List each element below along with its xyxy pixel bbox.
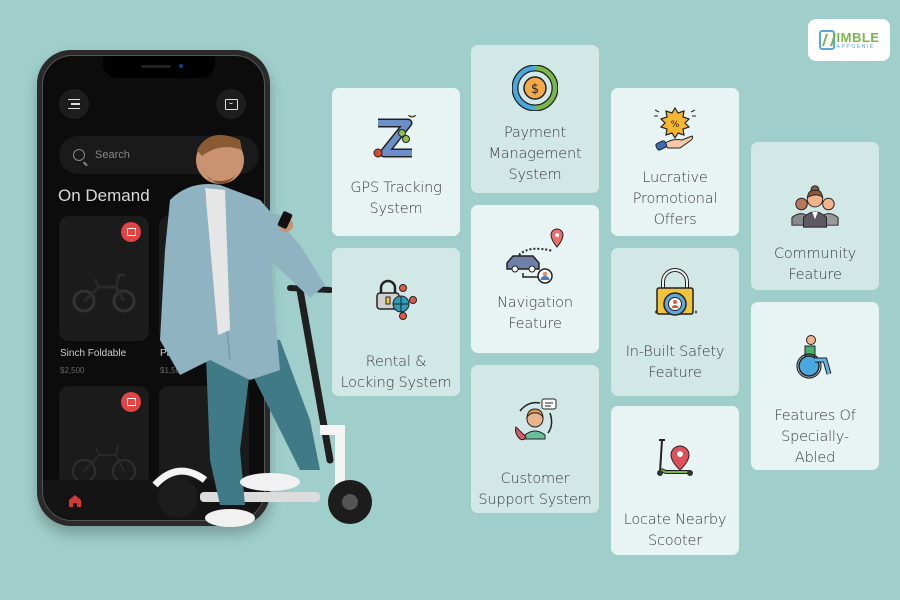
bag-icon bbox=[126, 398, 136, 406]
product-name: Sinch Foldable bbox=[60, 348, 127, 359]
feature-label: Locate Nearby Scooter bbox=[623, 512, 727, 549]
jacket bbox=[160, 184, 325, 380]
logo-main-text: IMBLE bbox=[836, 29, 880, 45]
feature-label: Features Of Specially- Abled bbox=[774, 408, 856, 466]
logo-phone-mark-icon bbox=[818, 30, 835, 50]
cart-button[interactable] bbox=[216, 89, 246, 119]
hamburger-line bbox=[71, 103, 80, 105]
logo-sub-text: APPGENIE bbox=[836, 43, 875, 50]
product-price: $2,500 bbox=[60, 366, 85, 375]
svg-text:$: $ bbox=[531, 82, 539, 97]
section-title: On Demand bbox=[58, 186, 150, 205]
community-icon bbox=[790, 180, 840, 230]
add-to-cart-button[interactable] bbox=[121, 392, 141, 412]
discount-hand-icon: % bbox=[650, 104, 700, 154]
add-to-cart-button[interactable] bbox=[121, 222, 141, 242]
feature-label: Navigation Feature bbox=[497, 295, 573, 332]
feature-card-gps-tracking: GPS Tracking System bbox=[332, 88, 460, 236]
feature-card-payment-management: $ Payment Management System bbox=[471, 45, 599, 193]
bicycle-icon bbox=[72, 444, 136, 483]
feature-card-rental-locking: Rental & Locking System bbox=[332, 248, 460, 396]
product-card[interactable] bbox=[59, 216, 149, 341]
feature-label: Rental & Locking System bbox=[340, 354, 452, 391]
feature-card-inbuilt-safety: In-Built Safety Feature bbox=[611, 248, 739, 396]
feature-card-locate-scooter: Locate Nearby Scooter bbox=[611, 406, 739, 555]
car-navigation-icon bbox=[505, 225, 565, 285]
feature-card-specially-abled: Features Of Specially- Abled bbox=[751, 302, 879, 470]
product-card[interactable] bbox=[59, 386, 149, 486]
nimble-appgenie-logo: IMBLE APPGENIE bbox=[808, 19, 890, 61]
feature-card-customer-support: Customer Support System bbox=[471, 365, 599, 513]
feature-card-lucrative-offers: % Lucrative Promotional Offers bbox=[611, 88, 739, 236]
phone-speaker bbox=[141, 65, 171, 68]
feature-label: GPS Tracking System bbox=[350, 180, 442, 217]
gps-route-icon bbox=[371, 114, 421, 164]
wheelchair-icon bbox=[790, 332, 840, 382]
feature-label: Lucrative Promotional Offers bbox=[632, 170, 718, 228]
feature-label: Customer Support System bbox=[478, 471, 592, 508]
shoe bbox=[240, 473, 300, 491]
bag-icon bbox=[126, 228, 136, 236]
feature-label: In-Built Safety Feature bbox=[625, 344, 725, 381]
search-placeholder: Search bbox=[95, 149, 130, 161]
menu-button[interactable] bbox=[59, 89, 89, 119]
search-icon bbox=[73, 149, 85, 161]
safety-lock-icon bbox=[650, 268, 700, 324]
feature-label: Community Feature bbox=[773, 246, 857, 283]
lock-network-icon bbox=[371, 276, 421, 326]
customer-support-icon bbox=[510, 395, 560, 445]
ebike-icon bbox=[72, 273, 136, 313]
payment-cycle-icon: $ bbox=[510, 63, 560, 113]
shopping-bag-icon bbox=[224, 98, 238, 110]
shoe bbox=[205, 509, 255, 527]
home-icon[interactable] bbox=[68, 494, 82, 508]
hamburger-icon bbox=[68, 98, 80, 101]
feature-card-community: Community Feature bbox=[751, 142, 879, 290]
feature-card-navigation: Navigation Feature bbox=[471, 205, 599, 353]
svg-text:%: % bbox=[671, 120, 680, 130]
feature-label: Payment Management System bbox=[488, 125, 582, 183]
phone-camera bbox=[179, 64, 183, 68]
scooter-location-icon bbox=[650, 432, 700, 482]
hamburger-line bbox=[68, 107, 80, 110]
